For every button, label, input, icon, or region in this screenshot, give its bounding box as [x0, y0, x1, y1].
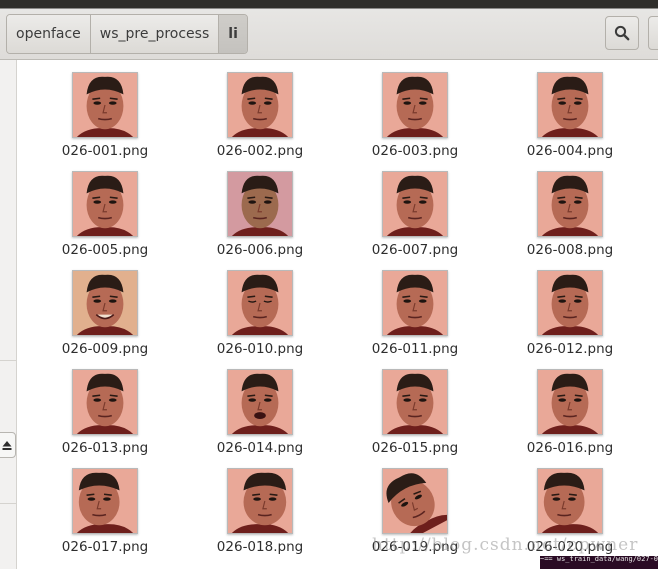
file-item[interactable]: 026-014.png	[193, 363, 323, 456]
sidebar-divider	[0, 360, 17, 361]
file-name-label: 026-006.png	[216, 242, 304, 258]
file-item[interactable]: 026-010.png	[193, 264, 323, 357]
file-thumbnail[interactable]	[537, 369, 603, 435]
file-item[interactable]: 026-017.png	[38, 462, 168, 555]
face-image	[228, 172, 292, 236]
file-thumbnail[interactable]	[227, 171, 293, 237]
file-item[interactable]: 026-012.png	[503, 264, 633, 357]
file-item[interactable]: 026-018.png	[193, 462, 323, 555]
file-item[interactable]: 026-007.png	[348, 165, 478, 258]
file-thumbnail[interactable]	[382, 72, 448, 138]
file-item[interactable]: 026-006.png	[193, 165, 323, 258]
face-image	[538, 370, 602, 434]
file-thumbnail[interactable]	[537, 171, 603, 237]
face-image	[538, 172, 602, 236]
breadcrumb: openface ws_pre_process li	[6, 14, 248, 54]
sidebar	[0, 60, 17, 569]
file-item[interactable]: 026-002.png	[193, 66, 323, 159]
file-item[interactable]: 026-008.png	[503, 165, 633, 258]
breadcrumb-item-openface[interactable]: openface	[7, 15, 91, 53]
face-image	[538, 73, 602, 137]
search-icon	[614, 25, 630, 41]
file-thumbnail[interactable]	[227, 468, 293, 534]
file-thumbnail[interactable]	[227, 72, 293, 138]
file-thumbnail[interactable]	[382, 468, 448, 534]
file-thumbnail[interactable]	[537, 270, 603, 336]
face-image	[73, 73, 137, 137]
file-thumbnail[interactable]	[382, 369, 448, 435]
file-name-label: 026-010.png	[216, 341, 304, 357]
file-thumbnail[interactable]	[72, 468, 138, 534]
file-name-label: 026-016.png	[526, 440, 614, 456]
file-name-label: 026-004.png	[526, 143, 614, 159]
face-image	[73, 172, 137, 236]
face-image	[383, 172, 447, 236]
file-name-label: 026-001.png	[61, 143, 149, 159]
file-item[interactable]: 026-005.png	[38, 165, 168, 258]
face-image	[383, 271, 447, 335]
file-name-label: 026-014.png	[216, 440, 304, 456]
terminal-strip: ~== ws_train_data/wang/027-016.jp	[540, 556, 658, 569]
file-item[interactable]: 026-009.png	[38, 264, 168, 357]
file-thumbnail[interactable]	[72, 270, 138, 336]
file-thumbnail[interactable]	[72, 171, 138, 237]
face-image	[73, 370, 137, 434]
file-item[interactable]: 026-011.png	[348, 264, 478, 357]
file-thumbnail[interactable]	[537, 72, 603, 138]
file-thumbnail[interactable]	[382, 171, 448, 237]
eject-button[interactable]	[0, 432, 16, 458]
file-name-label: 026-012.png	[526, 341, 614, 357]
face-image	[228, 469, 292, 533]
face-image	[383, 469, 447, 533]
file-name-label: 026-005.png	[61, 242, 149, 258]
breadcrumb-item-li[interactable]: li	[219, 15, 247, 53]
face-image	[228, 271, 292, 335]
eject-icon	[2, 440, 12, 450]
face-image	[228, 73, 292, 137]
face-image	[383, 73, 447, 137]
face-image	[73, 271, 137, 335]
file-name-label: 026-018.png	[216, 539, 304, 555]
view-options-button[interactable]	[648, 16, 658, 50]
file-thumbnail[interactable]	[72, 72, 138, 138]
face-image	[73, 469, 137, 533]
file-name-label: 026-017.png	[61, 539, 149, 555]
file-name-label: 026-013.png	[61, 440, 149, 456]
face-image	[228, 370, 292, 434]
file-name-label: 026-008.png	[526, 242, 614, 258]
file-item[interactable]: 026-003.png	[348, 66, 478, 159]
file-name-label: 026-015.png	[371, 440, 459, 456]
file-thumbnail[interactable]	[227, 270, 293, 336]
file-thumbnail[interactable]	[537, 468, 603, 534]
sidebar-divider	[0, 503, 17, 504]
face-image	[538, 469, 602, 533]
file-thumbnail[interactable]	[72, 369, 138, 435]
breadcrumb-item-ws-pre-process[interactable]: ws_pre_process	[90, 15, 220, 53]
face-image	[538, 271, 602, 335]
file-item[interactable]: 026-004.png	[503, 66, 633, 159]
file-thumbnail[interactable]	[382, 270, 448, 336]
file-name-label: 026-011.png	[371, 341, 459, 357]
watermark: http://blog.csdn.net/opwner	[372, 535, 639, 555]
face-image	[383, 370, 447, 434]
file-thumbnail[interactable]	[227, 369, 293, 435]
search-button[interactable]	[605, 16, 639, 50]
file-name-label: 026-009.png	[61, 341, 149, 357]
file-name-label: 026-003.png	[371, 143, 459, 159]
file-manager-window: openface ws_pre_process li 026-001.png 0…	[0, 0, 658, 569]
file-item[interactable]: 026-016.png	[503, 363, 633, 456]
file-name-label: 026-007.png	[371, 242, 459, 258]
file-name-label: 026-002.png	[216, 143, 304, 159]
file-item[interactable]: 026-015.png	[348, 363, 478, 456]
header-bar: openface ws_pre_process li	[0, 0, 658, 60]
file-item[interactable]: 026-013.png	[38, 363, 168, 456]
file-grid: 026-001.png 026-002.png 026-003.png 026-…	[17, 60, 658, 569]
file-item[interactable]: 026-001.png	[38, 66, 168, 159]
